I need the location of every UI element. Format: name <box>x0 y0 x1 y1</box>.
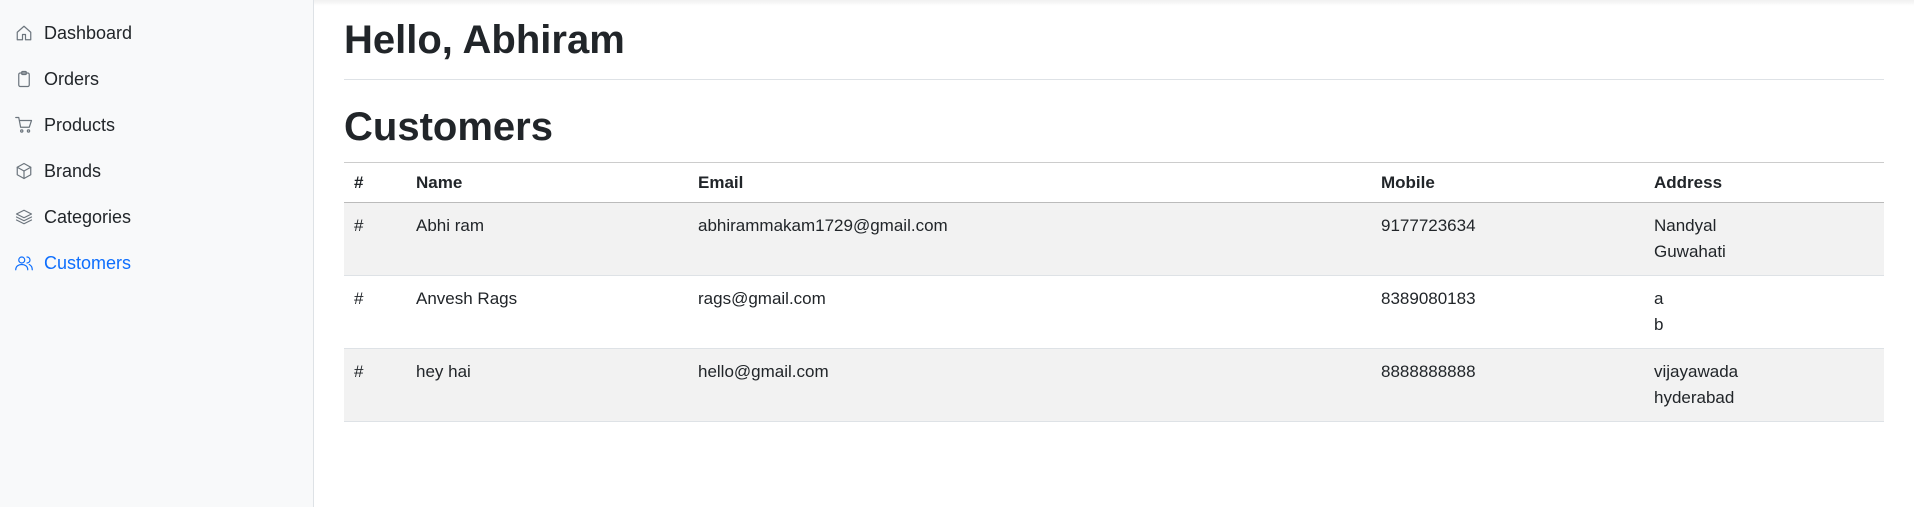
sidebar-item-label: Products <box>44 114 116 135</box>
cell-mobile: 9177723634 <box>1381 216 1476 235</box>
cell-email: hello@gmail.com <box>698 362 829 381</box>
sidebar-item-customers[interactable]: Customers <box>0 240 313 286</box>
users-icon <box>14 253 34 273</box>
cell-number: # <box>354 216 364 235</box>
sidebar-item-brands[interactable]: Brands <box>0 148 313 194</box>
cell-address: Nandyal Guwahati <box>1644 203 1884 276</box>
cell-mobile: 8888888888 <box>1381 362 1476 381</box>
customers-table: # Name Email Mobile Address # Abhi ram a… <box>344 162 1884 422</box>
sidebar-item-label: Customers <box>44 252 132 273</box>
layers-icon <box>14 207 34 227</box>
table-row: # hey hai hello@gmail.com 8888888888 vij… <box>344 348 1884 422</box>
sidebar-item-orders[interactable]: Orders <box>0 56 313 102</box>
table-row: # Anvesh Rags rags@gmail.com 8389080183 … <box>344 276 1884 349</box>
sidebar-item-label: Orders <box>44 68 100 89</box>
sidebar-item-products[interactable]: Products <box>0 102 313 148</box>
sidebar-item-label: Brands <box>44 160 102 181</box>
sidebar-item-label: Dashboard <box>44 22 133 43</box>
cell-name: Abhi ram <box>416 216 485 235</box>
cell-mobile: 8389080183 <box>1381 289 1476 308</box>
box-icon <box>14 161 34 181</box>
greeting-heading: Hello, Abhiram <box>344 18 625 62</box>
address-line-1: Nandyal <box>1654 216 1717 235</box>
cart-icon <box>14 115 34 135</box>
cell-name: Anvesh Rags <box>416 289 518 308</box>
cell-number: # <box>354 289 364 308</box>
top-shadow <box>314 0 1914 6</box>
cell-address: a b <box>1644 276 1884 349</box>
sidebar: Dashboard Orders Products Brands Categor… <box>0 0 314 507</box>
address-line-1: vijayawada <box>1654 362 1739 381</box>
home-icon <box>14 23 34 43</box>
cell-address: vijayawada hyderabad <box>1644 349 1884 422</box>
divider <box>344 79 1884 80</box>
table-row: # Abhi ram abhirammakam1729@gmail.com 91… <box>344 202 1884 276</box>
column-header-address: Address <box>1654 172 1723 192</box>
address-line-1: a <box>1654 289 1664 308</box>
cell-email: abhirammakam1729@gmail.com <box>698 216 948 235</box>
clipboard-icon <box>14 69 34 89</box>
sidebar-item-label: Categories <box>44 206 132 227</box>
address-line-2: b <box>1654 315 1664 334</box>
address-line-2: Guwahati <box>1654 242 1726 261</box>
cell-email: rags@gmail.com <box>698 289 826 308</box>
column-header-email: Email <box>698 172 744 192</box>
cell-name: hey hai <box>416 362 471 381</box>
column-header-number: # <box>354 172 364 192</box>
sidebar-item-categories[interactable]: Categories <box>0 194 313 240</box>
main-content: Hello, Abhiram Customers # Name Email Mo… <box>314 0 1914 507</box>
column-header-name: Name <box>416 172 463 192</box>
column-header-mobile: Mobile <box>1381 172 1435 192</box>
cell-number: # <box>354 362 364 381</box>
page-title: Customers <box>344 105 553 149</box>
address-line-2: hyderabad <box>1654 388 1735 407</box>
sidebar-item-dashboard[interactable]: Dashboard <box>0 10 313 56</box>
table-header-row: # Name Email Mobile Address <box>344 162 1884 203</box>
